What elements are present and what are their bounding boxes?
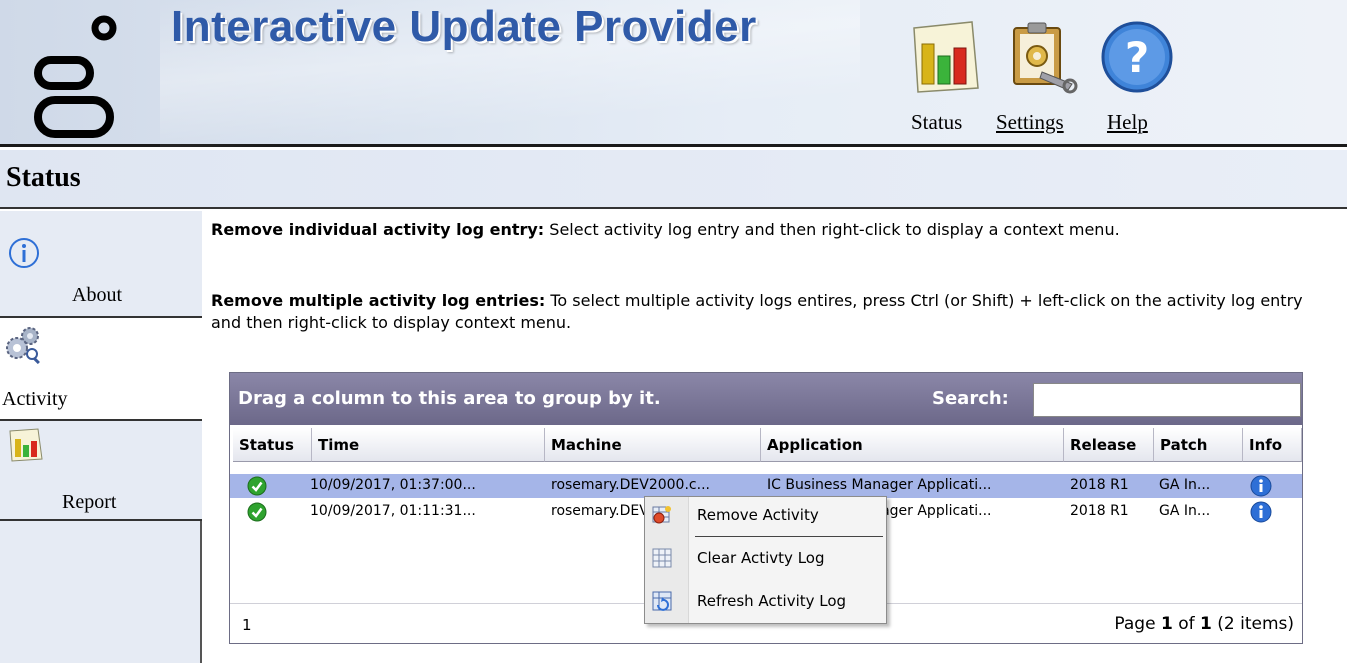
instruction-multiple-title: Remove multiple activity log entries: [211,291,546,310]
context-menu-label: Refresh Activity Log [697,592,847,610]
cell-patch: GA In... [1159,477,1211,493]
report-chart-icon [9,428,43,462]
activity-gears-icon [6,327,40,364]
pager-summary: Page 1 of 1 (2 items) [1114,614,1294,634]
clear-log-grid-icon [652,548,672,568]
cell-patch: GA In... [1159,503,1211,519]
info-icon[interactable] [1250,475,1272,497]
pager-page: 1 [1160,614,1173,634]
column-header-status[interactable]: Status [233,428,312,462]
sidebar-item-about[interactable]: About [0,211,202,318]
nav-help-link[interactable]: Help [1107,110,1148,135]
status-chart-icon[interactable] [908,18,986,96]
page-title-bar: Status [0,150,1347,209]
context-menu-remove-activity[interactable]: Remove Activity [645,497,886,535]
info-icon[interactable] [1250,501,1272,523]
instruction-individual-text: Select activity log entry and then right… [544,220,1120,239]
column-header-patch[interactable]: Patch [1154,428,1243,462]
pager-page-link[interactable]: 1 [242,616,252,634]
cell-time: 10/09/2017, 01:11:31... [310,503,476,519]
sidebar: About Activity Report [0,211,202,663]
cell-release: 2018 R1 [1070,477,1129,493]
instruction-individual-title: Remove individual activity log entry: [211,220,545,239]
refresh-log-icon [652,591,672,611]
column-header-time[interactable]: Time [312,428,545,462]
remove-activity-icon [652,506,671,524]
sidebar-item-label: Report [62,491,117,513]
context-menu-label: Remove Activity [697,506,819,524]
context-menu: Remove Activity Clear Activty Log Refres… [644,496,887,624]
pager-prefix: Page [1114,614,1161,634]
app-header: Interactive Update Provider ? Status Set… [0,0,1347,147]
page-title: Status [6,162,81,193]
sidebar-item-report[interactable]: Report [0,421,202,521]
nav-status-link[interactable]: Status [911,110,962,135]
group-by-hint: Drag a column to this area to group by i… [238,388,661,409]
cell-time: 10/09/2017, 01:37:00... [310,477,476,493]
context-menu-label: Clear Activty Log [697,549,825,567]
instruction-individual: Remove individual activity log entry: Se… [211,219,1311,241]
cell-machine: rosemary.DEV2000.c... [551,477,710,493]
pager-items: (2 items) [1211,614,1294,634]
settings-clipboard-icon[interactable] [1002,18,1080,96]
table-row[interactable]: 10/09/2017, 01:37:00... rosemary.DEV2000… [230,474,1302,498]
pager-total-pages: 1 [1200,614,1212,634]
column-header-application[interactable]: Application [761,428,1064,462]
group-panel[interactable]: Drag a column to this area to group by i… [230,373,1302,425]
cell-application: IC Business Manager Applicati... [767,477,992,493]
sidebar-item-activity[interactable]: Activity [0,318,202,421]
search-input[interactable] [1033,383,1301,417]
svg-text:?: ? [1125,33,1149,82]
column-header-machine[interactable]: Machine [545,428,761,462]
info-circle-icon [9,238,39,268]
sidebar-item-label: Activity [2,388,68,410]
app-title: Interactive Update Provider [171,2,757,51]
instruction-multiple: Remove multiple activity log entries: To… [211,290,1311,334]
success-check-icon [247,502,267,522]
context-menu-separator [695,536,883,537]
cell-release: 2018 R1 [1070,503,1129,519]
pager-of: of [1172,614,1200,634]
column-header-release[interactable]: Release [1064,428,1154,462]
search-label: Search: [932,388,1009,409]
context-menu-clear-log[interactable]: Clear Activty Log [645,540,886,578]
help-question-icon[interactable]: ? [1098,18,1176,96]
nav-settings-link[interactable]: Settings [996,110,1064,135]
context-menu-refresh-log[interactable]: Refresh Activity Log [645,583,886,621]
success-check-icon [247,476,267,496]
genesys-logo-icon [34,15,117,138]
column-header-info[interactable]: Info [1243,428,1302,462]
sidebar-item-label: About [72,284,122,306]
